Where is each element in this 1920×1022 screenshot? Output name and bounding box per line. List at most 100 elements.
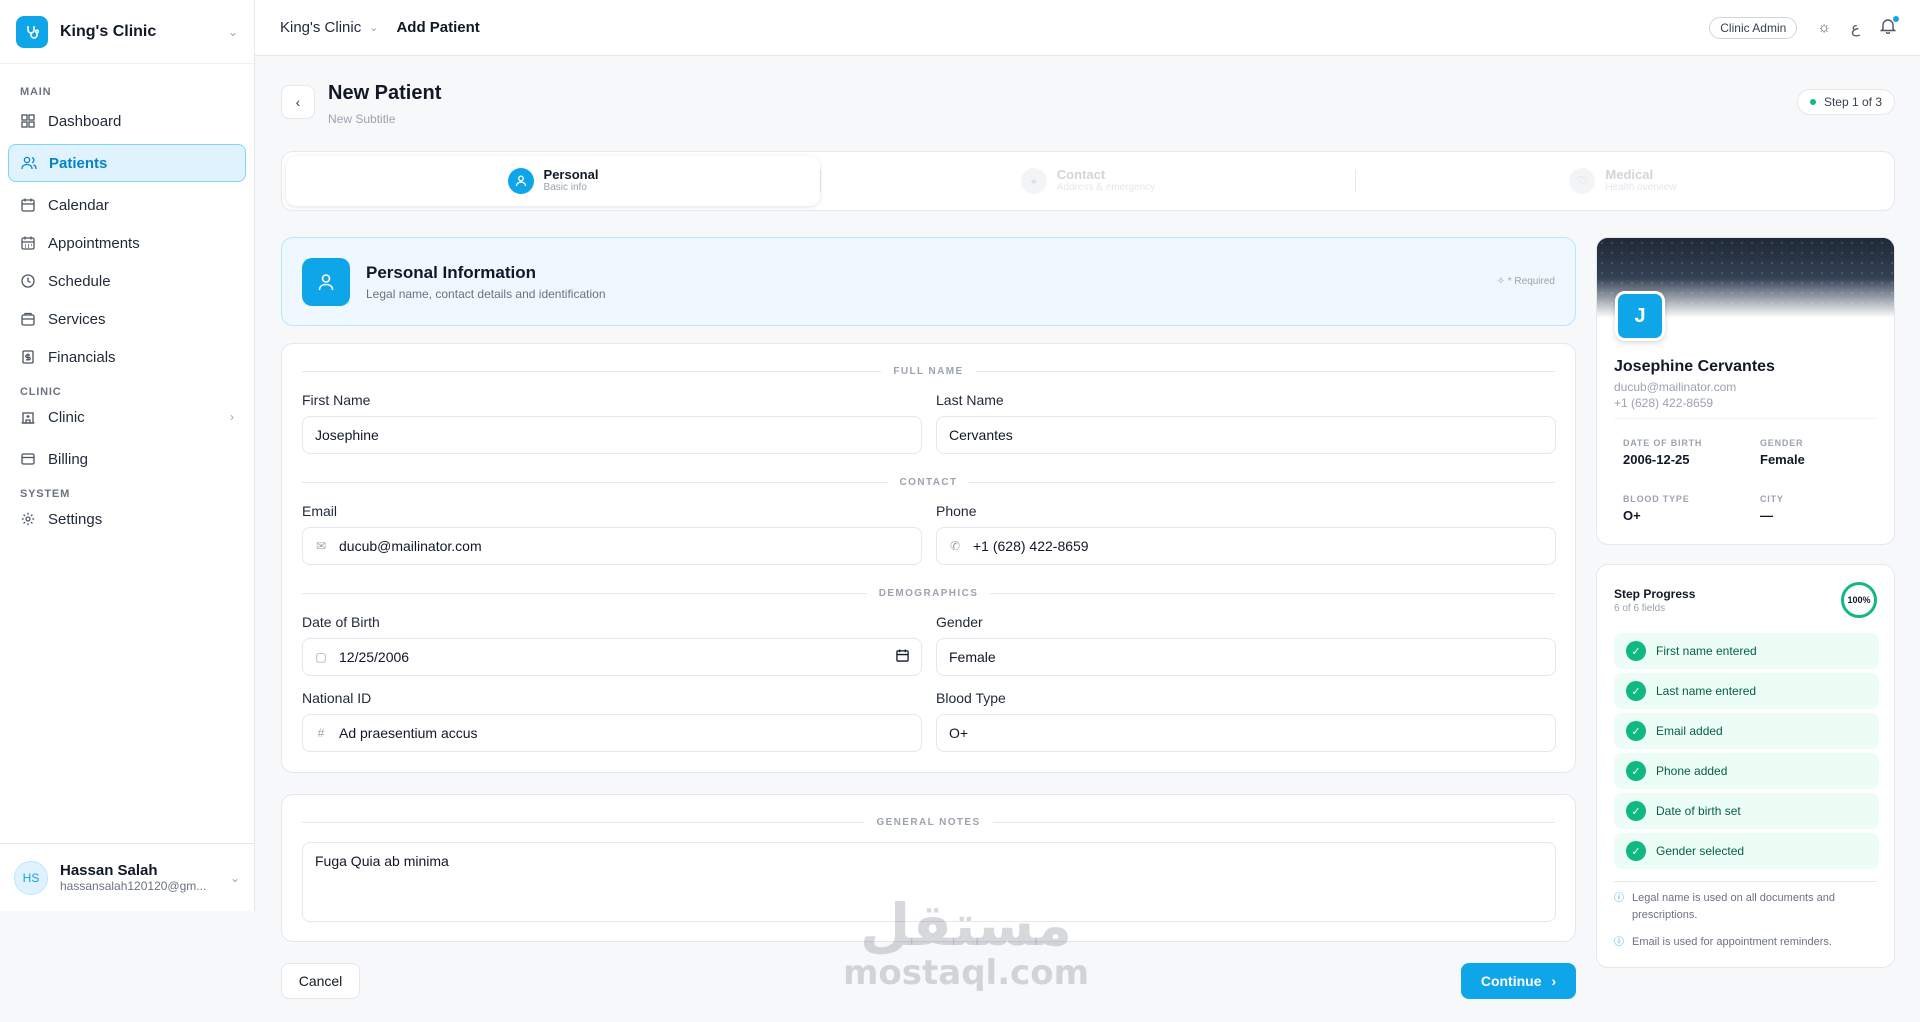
sidebar-item-schedule[interactable]: Schedule — [8, 262, 246, 300]
notes-card: GENERAL NOTES Fuga Quia ab minima — [281, 794, 1576, 942]
dob-field[interactable]: ▢ 12/25/2006 — [302, 638, 922, 676]
dob-label: Date of Birth — [302, 614, 380, 630]
preview-dob-label: DATE OF BIRTH — [1623, 438, 1703, 448]
checklist-text: Gender selected — [1656, 844, 1745, 858]
blood-type-value: O+ — [949, 725, 969, 741]
continue-button[interactable]: Continue › — [1461, 963, 1576, 999]
watermark-latin: mostaql.com — [843, 953, 1090, 993]
sidebar-item-patients[interactable]: Patients — [8, 144, 246, 182]
sidebar-item-financials[interactable]: Financials — [8, 338, 246, 376]
tip: ⓘ Legal name is used on all documents and… — [1614, 890, 1884, 924]
first-name-input[interactable]: Josephine — [302, 416, 922, 454]
dashboard-icon — [20, 113, 36, 129]
group-divider-contact: CONTACT — [302, 475, 1555, 489]
sidebar-item-services[interactable]: Services — [8, 300, 246, 338]
group-title: FULL NAME — [893, 365, 964, 377]
group-title: GENERAL NOTES — [876, 816, 981, 828]
sidebar-item-clinic[interactable]: Clinic › — [8, 398, 246, 436]
mail-icon: ✉ — [315, 539, 327, 553]
phone-field[interactable]: ✆ +1 (628) 422-8659 — [936, 527, 1556, 565]
phone-value: +1 (628) 422-8659 — [973, 538, 1089, 554]
sidebar-item-billing[interactable]: Billing — [8, 440, 246, 478]
check-icon: ✓ — [1626, 761, 1646, 781]
check-icon: ✓ — [1626, 681, 1646, 701]
checklist-text: Last name entered — [1656, 684, 1757, 698]
group-divider-demographics: DEMOGRAPHICS — [302, 586, 1555, 600]
user-name: Hassan Salah — [60, 862, 158, 879]
calendar-days-icon — [20, 235, 36, 251]
back-button[interactable]: ‹ — [281, 85, 315, 119]
calendar-icon: ▢ — [315, 650, 327, 664]
cancel-button[interactable]: Cancel — [281, 963, 360, 999]
calendar-icon — [20, 197, 36, 213]
chevron-down-icon: ⌄ — [227, 24, 238, 39]
breadcrumb-clinic[interactable]: King's Clinic — [280, 19, 361, 36]
chevron-right-icon: › — [230, 410, 234, 424]
sidebar-item-label: Settings — [48, 510, 103, 528]
last-name-input[interactable]: Cervantes — [936, 416, 1556, 454]
nav-section-clinic: CLINIC — [20, 386, 62, 398]
date-picker-icon[interactable] — [896, 649, 909, 665]
notes-textarea[interactable]: Fuga Quia ab minima — [302, 842, 1556, 922]
group-divider-full-name: FULL NAME — [302, 364, 1555, 378]
user-icon — [302, 257, 350, 306]
step-medical[interactable]: ♡ Medical Health overview — [1356, 156, 1890, 206]
role-badge: Clinic Admin — [1709, 16, 1798, 39]
sun-icon[interactable]: ☼ — [1817, 19, 1831, 36]
chevron-down-icon[interactable]: ⌄ — [369, 21, 378, 34]
email-field[interactable]: ✉ ducub@mailinator.com — [302, 527, 922, 565]
national-id-field[interactable]: # Ad praesentium accus — [302, 714, 922, 752]
nav-section-system: SYSTEM — [20, 488, 71, 500]
checklist-text: Phone added — [1656, 764, 1728, 778]
sidebar-item-dashboard[interactable]: Dashboard — [8, 102, 246, 140]
sidebar-item-label: Calendar — [48, 196, 109, 214]
sidebar-item-appointments[interactable]: Appointments — [8, 224, 246, 262]
sparkle-icon: ✧ — [1496, 276, 1505, 287]
clinic-switcher[interactable]: King's Clinic ⌄ — [0, 0, 254, 64]
chevron-left-icon: ‹ — [295, 94, 301, 110]
sidebar: King's Clinic ⌄ MAIN Dashboard Patients … — [0, 0, 255, 911]
email-value: ducub@mailinator.com — [339, 538, 482, 554]
preview-phone: +1 (628) 422-8659 — [1614, 396, 1714, 410]
group-divider-notes: GENERAL NOTES — [302, 815, 1555, 829]
step-contact[interactable]: ⌖ Contact Address & emergency — [821, 156, 1355, 206]
gender-label: Gender — [936, 614, 983, 630]
notification-dot — [1893, 15, 1899, 22]
step-personal[interactable]: Personal Basic info — [286, 156, 820, 206]
user-menu[interactable]: HS Hassan Salah hassansalah120120@gm... … — [0, 843, 254, 911]
step-progress-card: Step Progress 6 of 6 fields 100% ✓ First … — [1596, 564, 1895, 968]
check-icon: ✓ — [1626, 641, 1646, 661]
preview-gender: Female — [1760, 452, 1805, 467]
preview-blood: O+ — [1623, 508, 1641, 523]
preview-city-label: CITY — [1760, 494, 1784, 504]
language-toggle[interactable]: ع — [1851, 19, 1860, 37]
hash-icon: # — [317, 726, 325, 740]
email-label: Email — [302, 503, 338, 519]
bell-icon[interactable] — [1879, 15, 1899, 38]
checklist-item: ✓ Phone added — [1614, 753, 1879, 789]
notes-value: Fuga Quia ab minima — [315, 853, 449, 869]
nav-section-main: MAIN — [20, 86, 52, 98]
continue-label: Continue — [1480, 973, 1542, 989]
heart-icon: ♡ — [1569, 168, 1596, 194]
blood-type-select[interactable]: O+ — [936, 714, 1556, 752]
page-title: New Patient — [328, 82, 442, 104]
stepper: Personal Basic info ⌖ Contact Address & em… — [281, 151, 1895, 211]
clinic-name: King's Clinic — [60, 22, 157, 40]
hospital-icon — [20, 409, 36, 425]
sidebar-item-calendar[interactable]: Calendar — [8, 186, 246, 224]
sidebar-item-label: Schedule — [48, 272, 111, 290]
avatar: J — [1615, 291, 1665, 341]
divider — [1614, 881, 1877, 882]
section-title: Personal Information — [366, 262, 537, 282]
sidebar-item-label: Billing — [48, 450, 89, 468]
sidebar-item-settings[interactable]: Settings — [8, 500, 246, 538]
info-icon: ⓘ — [1614, 893, 1624, 904]
checklist-item: ✓ Last name entered — [1614, 673, 1879, 709]
sidebar-item-label: Patients — [49, 154, 108, 172]
gender-select[interactable]: Female — [936, 638, 1556, 676]
progress-sub: 6 of 6 fields — [1614, 603, 1666, 614]
briefcase-icon — [20, 311, 36, 327]
preview-dob: 2006-12-25 — [1623, 452, 1690, 467]
info-icon: ⓘ — [1614, 937, 1624, 948]
